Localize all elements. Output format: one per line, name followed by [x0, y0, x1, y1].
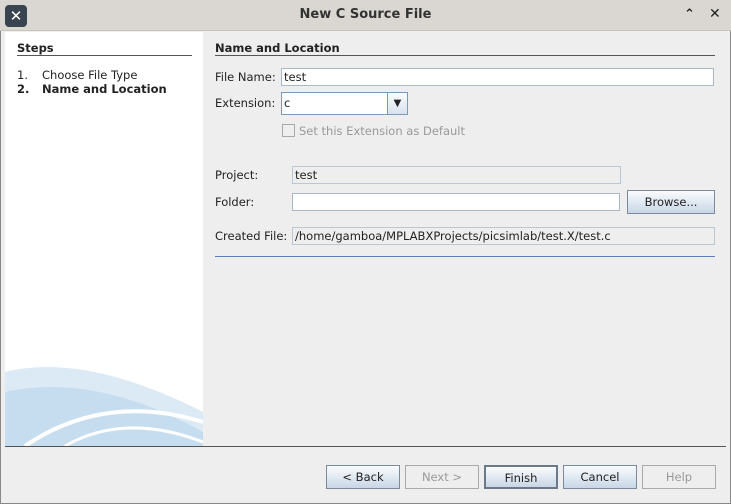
- window-title: New C Source File: [299, 7, 432, 22]
- maximize-icon[interactable]: ⌃: [684, 7, 695, 22]
- folder-label: Folder:: [215, 195, 255, 209]
- default-extension-label: Set this Extension as Default: [299, 124, 466, 138]
- extension-label: Extension:: [215, 96, 276, 110]
- step-number: 1.: [17, 68, 28, 82]
- close-icon[interactable]: ✕: [709, 6, 721, 22]
- steps-panel: Steps 1. Choose File Type 2. Name and Lo…: [5, 32, 203, 446]
- finish-button[interactable]: Finish: [484, 465, 558, 489]
- file-name-label: File Name:: [215, 70, 276, 84]
- divider: [215, 55, 715, 56]
- created-file-label: Created File:: [215, 229, 288, 243]
- browse-button[interactable]: Browse...: [627, 190, 715, 214]
- decorative-swoosh-image: [5, 367, 203, 446]
- project-field: [292, 166, 621, 184]
- next-button[interactable]: Next >: [405, 465, 479, 489]
- divider: [5, 446, 726, 447]
- file-name-input[interactable]: [281, 68, 714, 86]
- chevron-down-icon[interactable]: ▼: [387, 93, 407, 114]
- divider: [17, 55, 192, 56]
- folder-input[interactable]: [292, 193, 620, 211]
- cancel-button[interactable]: Cancel: [563, 465, 637, 489]
- step-number: 2.: [17, 82, 30, 96]
- section-header: Name and Location: [215, 41, 340, 55]
- title-bar: ✕ New C Source File ⌃ ✕: [0, 0, 731, 31]
- steps-header: Steps: [17, 41, 54, 55]
- divider: [215, 256, 715, 257]
- default-extension-checkbox[interactable]: [282, 124, 295, 137]
- step-choose-file-type: Choose File Type: [42, 68, 138, 82]
- created-file-field: [292, 227, 715, 245]
- step-name-and-location: Name and Location: [42, 82, 167, 96]
- extension-value: c: [284, 96, 291, 110]
- project-label: Project:: [215, 168, 259, 182]
- back-button[interactable]: < Back: [326, 465, 400, 489]
- extension-select[interactable]: c ▼: [281, 92, 408, 115]
- help-button[interactable]: Help: [642, 465, 716, 489]
